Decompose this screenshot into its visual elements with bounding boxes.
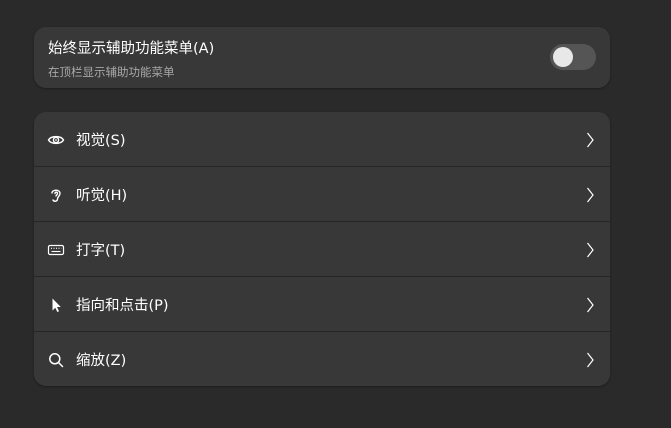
pointer-icon	[47, 296, 65, 314]
switch-knob	[553, 47, 573, 67]
accessibility-menu-card: 始终显示辅助功能菜单(A) 在顶栏显示辅助功能菜单	[34, 27, 610, 88]
keyboard-icon	[47, 241, 65, 259]
category-label: 视觉(S)	[76, 133, 126, 149]
accessibility-categories-list: 视觉(S) 听觉(H) 打字(T) 指向和点击(P) 缩放(Z)	[34, 112, 610, 386]
category-label: 指向和点击(P)	[76, 298, 169, 314]
always-show-accessibility-menu-switch[interactable]	[550, 44, 596, 70]
category-label: 缩放(Z)	[76, 353, 127, 369]
eye-icon	[47, 131, 65, 149]
category-label: 听觉(H)	[76, 188, 128, 204]
category-row-hearing[interactable]: 听觉(H)	[34, 167, 610, 222]
always-show-accessibility-menu-description: 在顶栏显示辅助功能菜单	[48, 65, 175, 79]
ear-icon	[47, 186, 65, 204]
category-row-typing[interactable]: 打字(T)	[34, 222, 610, 277]
magnifier-icon	[47, 351, 65, 369]
chevron-right-icon	[585, 296, 595, 314]
category-label: 打字(T)	[76, 243, 126, 259]
category-row-zoom[interactable]: 缩放(Z)	[34, 332, 610, 386]
always-show-accessibility-menu-label: 始终显示辅助功能菜单(A)	[48, 41, 215, 57]
chevron-right-icon	[585, 241, 595, 259]
chevron-right-icon	[585, 186, 595, 204]
chevron-right-icon	[585, 351, 595, 369]
chevron-right-icon	[585, 131, 595, 149]
category-row-seeing[interactable]: 视觉(S)	[34, 112, 610, 167]
category-row-pointing[interactable]: 指向和点击(P)	[34, 277, 610, 332]
